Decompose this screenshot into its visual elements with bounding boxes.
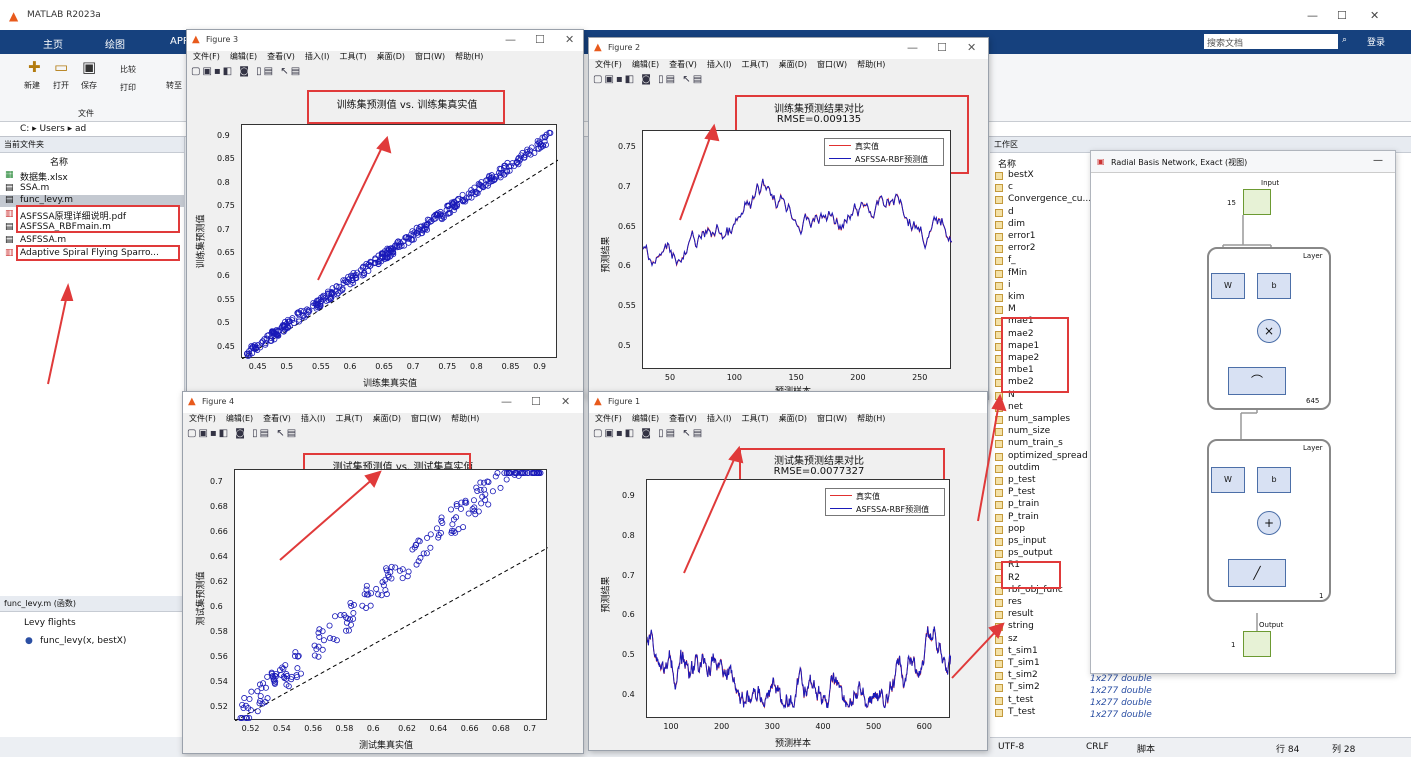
- annotation-arrows: [47, 123, 1007, 679]
